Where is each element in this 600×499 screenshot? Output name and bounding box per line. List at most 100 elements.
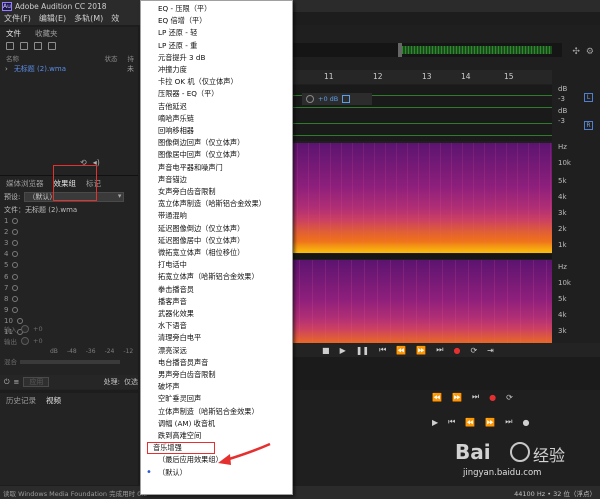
waveform-lanes[interactable]: +0 dB <box>292 85 552 141</box>
forward-icon[interactable]: ⏩ <box>416 346 426 355</box>
menu-item[interactable]: 声音锚边 <box>141 174 292 186</box>
new-file-icon[interactable] <box>34 42 42 50</box>
channel-right-toggle[interactable]: R <box>584 121 593 130</box>
master-power-icon[interactable]: ⏻ <box>4 378 10 387</box>
menu-item[interactable]: 嘀哈声乐链 <box>141 113 292 125</box>
menu-item[interactable]: LP 还原 - 重 <box>141 40 292 52</box>
import-icon[interactable] <box>20 42 28 50</box>
menu-multitrack[interactable]: 多轨(M) <box>74 13 103 24</box>
col-name[interactable]: 名称 <box>6 53 19 63</box>
open-file-icon[interactable] <box>6 42 14 50</box>
rewind-icon[interactable]: ⏪ <box>432 393 442 402</box>
menu-item[interactable]: 立体声制造（哈斯铝合金效果） <box>141 406 292 418</box>
play-icon[interactable]: ▶ <box>340 346 346 355</box>
menu-item[interactable]: 带通混响 <box>141 210 292 222</box>
effect-slot[interactable]: 1 <box>0 215 138 226</box>
power-icon[interactable] <box>12 284 19 291</box>
menu-item[interactable]: 清理旁白电平 <box>141 332 292 344</box>
menu-item[interactable]: 女声旁白齿音限制 <box>141 186 292 198</box>
effect-slot[interactable]: 3 <box>0 237 138 248</box>
menu-item[interactable]: 卡拉 OK 机（仅立体声） <box>141 76 292 88</box>
rewind-icon[interactable]: ⏪ <box>465 418 475 427</box>
go-start-icon[interactable]: ⏮ <box>448 417 455 427</box>
power-icon[interactable] <box>12 273 19 280</box>
loop-play-icon[interactable]: ⟳ <box>506 393 513 402</box>
menu-item[interactable]: EQ 倍增（平） <box>141 15 292 27</box>
effect-slot[interactable]: 4 <box>0 249 138 260</box>
tab-video[interactable]: 视频 <box>46 395 61 406</box>
tab-history[interactable]: 历史记录 <box>6 395 36 406</box>
effect-slot[interactable]: 7 <box>0 282 138 293</box>
input-knob[interactable] <box>21 325 29 333</box>
menu-item[interactable]: 声音电平器和噪声门 <box>141 162 292 174</box>
menu-item[interactable]: 冲撞力度 <box>141 64 292 76</box>
go-end-icon[interactable]: ⏭ <box>472 392 479 402</box>
menu-item[interactable]: 延迟图像居中（仅立体声） <box>141 235 292 247</box>
go-end-icon[interactable]: ⏭ <box>436 345 443 355</box>
track-volume-control[interactable]: +0 dB <box>302 93 372 105</box>
menu-item[interactable]: 拓宽立体声（哈斯铝合金效果） <box>141 271 292 283</box>
effect-slot[interactable]: 2 <box>0 226 138 237</box>
skip-icon[interactable]: ⇥ <box>487 346 494 355</box>
overview-bar[interactable] <box>292 43 562 57</box>
effect-slot[interactable]: 9 <box>0 305 138 316</box>
menu-item[interactable]: 音乐增强 <box>147 442 215 455</box>
menu-item[interactable]: 吉他延迟 <box>141 101 292 113</box>
go-end-icon[interactable]: ⏭ <box>505 417 512 427</box>
volume-knob-icon[interactable] <box>306 95 314 103</box>
menu-item[interactable]: 播客声音 <box>141 296 292 308</box>
menu-item[interactable]: 延迟图像倒边（仅立体声） <box>141 223 292 235</box>
col-status[interactable]: 状态 <box>105 53 118 63</box>
menu-item[interactable]: 拳击播音员 <box>141 284 292 296</box>
pencil-icon[interactable] <box>342 95 351 103</box>
go-start-icon[interactable]: ⏮ <box>379 345 386 355</box>
process-value[interactable]: 仅选 <box>124 377 138 387</box>
effect-slot[interactable]: 6 <box>0 271 138 282</box>
menu-item[interactable]: 漂亮深远 <box>141 345 292 357</box>
power-icon[interactable] <box>12 262 19 269</box>
forward-icon[interactable]: ⏩ <box>452 393 462 402</box>
menu-item[interactable]: 微拓宽立体声（相位移位） <box>141 247 292 259</box>
menu-item[interactable]: 武器化效果 <box>141 308 292 320</box>
channel-left-toggle[interactable]: L <box>584 93 593 102</box>
power-icon[interactable] <box>12 251 19 258</box>
menu-file[interactable]: 文件(F) <box>4 13 31 24</box>
power-icon[interactable] <box>12 295 19 302</box>
effect-slot[interactable]: 8 <box>0 293 138 304</box>
rack-list-icon[interactable]: ≡ <box>14 378 20 386</box>
expand-arrow-icon[interactable]: › <box>5 65 8 73</box>
record-icon[interactable]: ● <box>489 393 496 402</box>
play-icon[interactable]: ▶ <box>432 418 438 427</box>
file-row[interactable]: › 无标题 (2).wma 未 <box>0 63 138 74</box>
menu-item[interactable]: EQ - 压限（平） <box>141 3 292 15</box>
menu-item[interactable]: 压限器 - EQ（平） <box>141 88 292 100</box>
record-icon[interactable]: ● <box>453 346 460 355</box>
time-ruler[interactable]: 11 12 13 14 15 <box>292 70 552 84</box>
power-icon[interactable] <box>12 217 19 224</box>
snap-icon[interactable]: ✣ <box>572 47 580 57</box>
rewind-icon[interactable]: ⏪ <box>396 346 406 355</box>
menu-item[interactable]: 空旷垂灵回声 <box>141 393 292 405</box>
menu-item[interactable]: LP 还原 - 轻 <box>141 27 292 39</box>
menu-item[interactable]: 图像倒边回声（仅立体声） <box>141 137 292 149</box>
mix-slider[interactable] <box>20 360 120 364</box>
menu-item[interactable]: 图像居中回声（仅立体声） <box>141 149 292 161</box>
spectrogram-left[interactable] <box>292 143 552 253</box>
record-icon[interactable]: ● <box>523 418 530 427</box>
menu-item[interactable]: 回响移相器 <box>141 125 292 137</box>
menu-edit[interactable]: 编辑(E) <box>39 13 66 24</box>
col-rate[interactable]: 持 <box>128 53 135 63</box>
menu-item[interactable]: 宽立体声制造（哈斯铝合金效果） <box>141 198 292 210</box>
tab-files[interactable]: 文件 <box>6 28 21 39</box>
menu-item[interactable]: 打电话中 <box>141 259 292 271</box>
power-icon[interactable] <box>12 228 19 235</box>
apply-button[interactable]: 应用 <box>23 377 50 387</box>
output-knob[interactable] <box>21 337 29 345</box>
menu-effects[interactable]: 效 <box>111 13 119 24</box>
menu-item[interactable]: 电台播音员声音 <box>141 357 292 369</box>
menu-item[interactable]: 元音提升 3 dB <box>141 52 292 64</box>
power-icon[interactable] <box>12 307 19 314</box>
power-icon[interactable] <box>12 239 19 246</box>
forward-icon[interactable]: ⏩ <box>485 418 495 427</box>
effect-slot[interactable]: 5 <box>0 260 138 271</box>
